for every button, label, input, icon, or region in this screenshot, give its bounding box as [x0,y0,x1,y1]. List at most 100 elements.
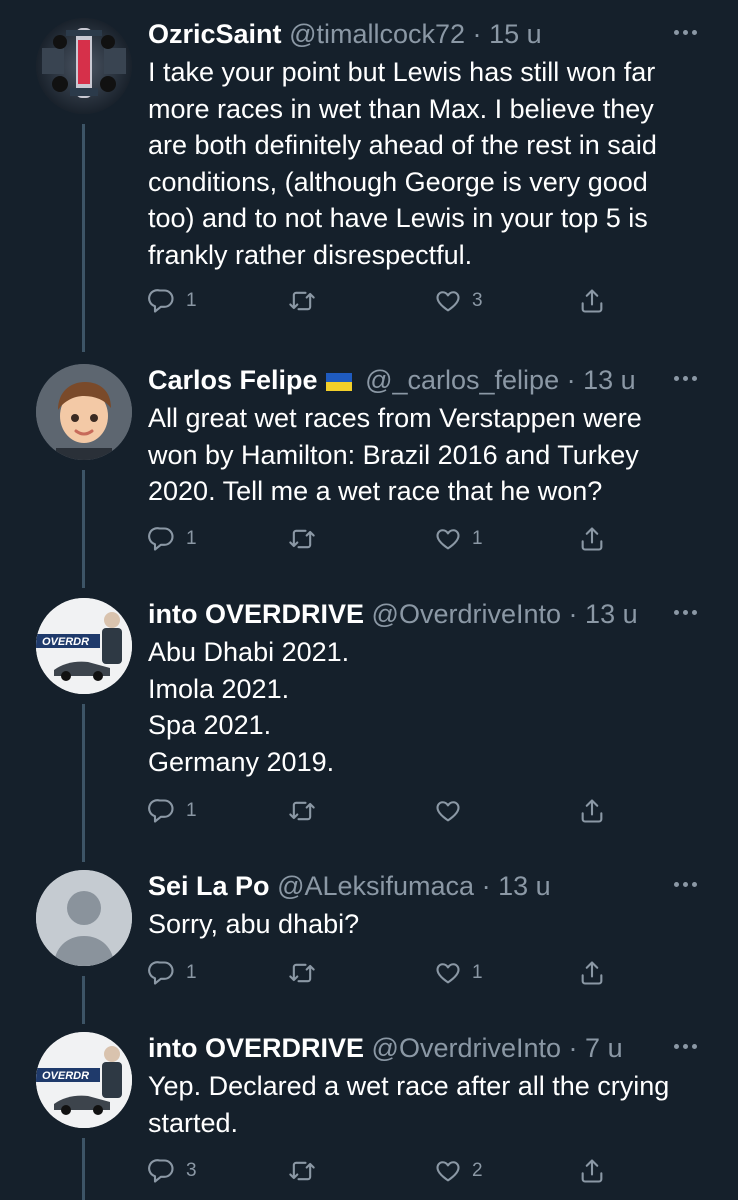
retweet-icon [289,1161,315,1181]
reply-button[interactable]: 1 [148,794,197,828]
retweet-button[interactable] [288,1154,326,1188]
reply-button[interactable]: 1 [148,956,197,990]
timestamp[interactable]: 13 u [585,599,638,629]
thread-line [82,124,85,352]
like-icon [436,1161,460,1182]
like-button[interactable]: 2 [434,1154,483,1188]
like-icon [436,963,460,984]
avatar-ozricsaint[interactable] [36,18,132,114]
tweet-sei-la-po[interactable]: Sei La Po @ALeksifumaca · 13 u Sorry, ab… [0,852,738,1024]
ukraine-flag-icon [325,373,352,391]
like-count: 2 [472,1160,483,1181]
retweet-button[interactable] [288,284,326,318]
user-handle[interactable]: @ALeksifumaca [277,871,474,901]
share-icon [581,289,603,313]
like-button[interactable]: 1 [434,956,483,990]
tweet-header: into OVERDRIVE @OverdriveInto · 7 u [148,1032,623,1064]
more-icon[interactable] [666,600,706,624]
share-button[interactable] [578,522,606,556]
more-icon[interactable] [666,872,706,896]
separator: · [472,19,482,49]
tweet-text-line: Yep. Declared a wet race after all the c… [148,1071,670,1101]
user-handle[interactable]: @OverdriveInto [372,1033,561,1063]
tweet-text-line: I take your point but Lewis has still wo… [148,57,656,87]
tweet-text-line: Sorry, abu dhabi? [148,909,360,939]
retweet-button[interactable] [288,956,326,990]
like-count: 1 [472,528,483,549]
tweet-text-line: Abu Dhabi 2021. [148,637,350,667]
tweet-text-line: are both definitely ahead of the rest in… [148,130,657,160]
tweet-into-overdrive-reply[interactable]: OVERDR into OVERDRIVE @OverdriveInto · 7… [0,1014,738,1200]
tweet-text-line: more races in wet than Max. I believe th… [148,93,654,124]
reply-icon [148,961,174,985]
tweet-ozricsaint[interactable]: OzricSaint @timallcock72 · 15 u I take y… [0,0,738,352]
tweet-text-line: Germany 2019. [148,746,335,777]
share-button[interactable] [578,284,606,318]
more-icon[interactable] [666,366,706,390]
separator: · [481,871,491,901]
like-icon [436,291,460,312]
timestamp[interactable]: 15 u [489,19,542,49]
reply-count: 1 [186,528,197,549]
timestamp[interactable]: 7 u [585,1033,623,1063]
reply-icon [148,527,174,551]
like-button[interactable] [434,794,472,828]
memoji-avatar-image [36,364,132,460]
user-handle[interactable]: @OverdriveInto [372,599,561,629]
display-name[interactable]: into OVERDRIVE [148,599,364,629]
reply-button[interactable]: 3 [148,1154,197,1188]
overdrive-logo-avatar-image: OVERDR [36,1032,132,1128]
tweet-text: Yep. Declared a wet race after all the c… [148,1068,718,1141]
retweet-icon [289,291,315,311]
avatar-into-overdrive[interactable]: OVERDR [36,1032,132,1128]
f1-car-avatar-image [36,18,132,114]
retweet-button[interactable] [288,522,326,556]
reply-count: 3 [186,1160,197,1181]
display-name[interactable]: Sei La Po [148,871,270,901]
display-name[interactable]: into OVERDRIVE [148,1033,364,1063]
avatar-into-overdrive[interactable]: OVERDR [36,598,132,694]
timestamp[interactable]: 13 u [498,871,551,901]
user-handle[interactable]: @_carlos_felipe [365,365,559,395]
share-button[interactable] [578,794,606,828]
overdrive-avatar-text: OVERDR [42,1070,89,1082]
overdrive-logo-avatar-image: OVERDR [36,598,132,694]
action-bar: 1 1 [148,956,618,990]
share-button[interactable] [578,1154,606,1188]
reply-button[interactable]: 1 [148,284,197,318]
reply-button[interactable]: 1 [148,522,197,556]
overdrive-avatar-text: OVERDR [42,636,89,648]
reply-icon [148,799,174,823]
retweet-icon [289,529,315,549]
tweet-carlos-felipe[interactable]: Carlos Felipe @_carlos_felipe · 13 u All… [0,346,738,588]
like-button[interactable]: 3 [434,284,483,318]
more-icon[interactable] [666,20,706,44]
timestamp[interactable]: 13 u [583,365,636,395]
tweet-header: OzricSaint @timallcock72 · 15 u [148,18,542,50]
tweet-header: into OVERDRIVE @OverdriveInto · 13 u [148,598,638,630]
tweet-text: All great wet races from Verstappen were… [148,400,718,510]
user-handle[interactable]: @timallcock72 [289,19,465,49]
action-bar: 1 1 [148,522,618,556]
share-button[interactable] [578,956,606,990]
tweet-text-line: won by Hamilton: Brazil 2016 and Turkey [148,439,639,470]
like-count: 1 [472,962,483,983]
more-icon[interactable] [666,1034,706,1058]
action-bar: 1 3 [148,284,618,318]
share-icon [581,799,603,823]
thread-line [82,1138,85,1200]
reply-count: 1 [186,290,197,311]
retweet-button[interactable] [288,794,326,828]
like-button[interactable]: 1 [434,522,483,556]
display-name[interactable]: Carlos Felipe [148,365,318,395]
reply-count: 1 [186,800,197,821]
avatar-sei-la-po[interactable] [36,870,132,966]
tweet-into-overdrive[interactable]: OVERDR into OVERDRIVE @OverdriveInto · 1… [0,580,738,862]
tweet-text-line: frankly rather disrespectful. [148,239,473,270]
tweet-text: Sorry, abu dhabi? [148,906,718,943]
display-name[interactable]: OzricSaint [148,19,282,49]
avatar-carlos-felipe[interactable] [36,364,132,460]
retweet-icon [289,801,315,821]
tweet-text-line: started. [148,1107,239,1138]
share-icon [581,527,603,551]
